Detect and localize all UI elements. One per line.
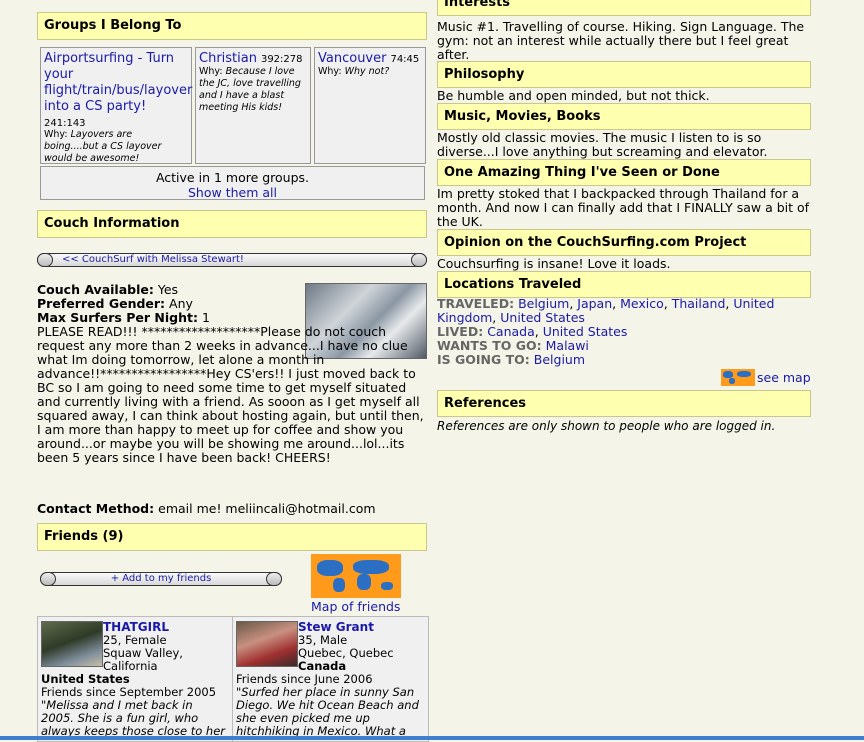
couchsurf-button[interactable]: << CouchSurf with Melissa Stewart! bbox=[37, 253, 427, 267]
country-link[interactable]: Thailand bbox=[672, 296, 726, 311]
group-why: Why: Layovers are boing....but a CS layo… bbox=[44, 129, 162, 164]
traveled-line: TRAVELED: Belgium, Japan, Mexico, Thaila… bbox=[437, 296, 775, 325]
country-link[interactable]: United States bbox=[543, 324, 628, 339]
contact-method: Contact Method: email me! meliincali@hot… bbox=[37, 501, 376, 516]
group-card[interactable]: Vancouver 74:45 Why: Why not? bbox=[314, 47, 426, 164]
opinion-header: Opinion on the CouchSurfing.com Project bbox=[437, 229, 811, 256]
country-link[interactable]: Mexico bbox=[620, 296, 664, 311]
group-name-link[interactable]: Vancouver bbox=[318, 51, 386, 66]
max-surfers: Max Surfers Per Night: 1 bbox=[37, 310, 210, 325]
friend-card[interactable]: THATGIRL 25, Female Squaw Valley, Califo… bbox=[38, 617, 233, 741]
show-all-groups-link[interactable]: Show them all bbox=[44, 185, 421, 200]
world-map-icon[interactable] bbox=[721, 369, 755, 386]
wants-line: WANTS TO GO: Malawi bbox=[437, 338, 589, 353]
couch-description: PLEASE READ!!! *******************Please… bbox=[37, 324, 424, 465]
friend-location: Squaw Valley, California bbox=[103, 646, 183, 673]
more-groups-text: Active in 1 more groups. bbox=[155, 170, 310, 185]
groups-header: Groups I Belong To bbox=[37, 12, 427, 40]
friend-photo[interactable] bbox=[236, 621, 298, 667]
friends-header: Friends (9) bbox=[37, 523, 427, 551]
see-map-row[interactable]: see map bbox=[721, 369, 811, 386]
map-of-friends-link[interactable]: Map of friends bbox=[311, 599, 400, 614]
locations-header: Locations Traveled bbox=[437, 271, 811, 298]
group-count: 241:143 bbox=[44, 118, 86, 129]
interests-text: Music #1. Travelling of course. Hiking. … bbox=[437, 19, 805, 62]
couch-available: Couch Available: Yes bbox=[37, 282, 179, 297]
lived-line: LIVED: Canada, United States bbox=[437, 324, 628, 339]
friend-card[interactable]: Stew Grant 35, Male Quebec, Quebec Canad… bbox=[233, 617, 428, 741]
country-link[interactable]: Belgium bbox=[534, 352, 585, 367]
amazing-header: One Amazing Thing I've Seen or Done bbox=[437, 159, 811, 186]
country-link[interactable]: Japan bbox=[577, 296, 612, 311]
country-link[interactable]: Belgium bbox=[518, 296, 569, 311]
map-land bbox=[737, 371, 751, 377]
map-land bbox=[723, 371, 733, 378]
couch-header: Couch Information bbox=[37, 210, 427, 238]
groups-grid: Airportsurfing - Turn your flight/train/… bbox=[40, 47, 428, 164]
group-name-link[interactable]: Airportsurfing - Turn your flight/train/… bbox=[44, 51, 192, 114]
country-link[interactable]: Canada bbox=[487, 324, 535, 339]
couch-details: Couch Available: Yes Preferred Gender: A… bbox=[37, 283, 427, 325]
group-card[interactable]: Christian 392:278 Why: Because I love th… bbox=[195, 47, 311, 164]
friends-table: THATGIRL 25, Female Squaw Valley, Califo… bbox=[37, 616, 429, 742]
friend-quote: "Surfed her place in sunny San Diego. We… bbox=[236, 685, 419, 738]
going-line: IS GOING TO: Belgium bbox=[437, 352, 586, 367]
references-text: References are only shown to people who … bbox=[437, 419, 776, 433]
map-land bbox=[729, 378, 735, 384]
group-name-link[interactable]: Christian bbox=[199, 51, 257, 66]
locations-list: TRAVELED: Belgium, Japan, Mexico, Thaila… bbox=[437, 297, 811, 367]
group-count: 392:278 bbox=[260, 54, 303, 65]
friend-info: Stew Grant 35, Male Quebec, Quebec Canad… bbox=[298, 621, 425, 673]
friends-map-thumb[interactable] bbox=[311, 554, 401, 598]
add-friend-button[interactable]: + Add to my friends bbox=[40, 572, 282, 586]
philosophy-text: Be humble and open minded, but not thick… bbox=[437, 88, 710, 103]
country-link[interactable]: United States bbox=[500, 310, 585, 325]
more-groups-box: Active in 1 more groups. Show them all bbox=[40, 166, 425, 200]
music-text: Mostly old classic movies. The music I l… bbox=[437, 130, 768, 159]
map-land bbox=[317, 560, 343, 576]
philosophy-header: Philosophy bbox=[437, 61, 811, 88]
amazing-text: Im pretty stoked that I backpacked throu… bbox=[437, 186, 810, 229]
friend-info: THATGIRL 25, Female Squaw Valley, Califo… bbox=[103, 621, 229, 673]
interests-header: Interests bbox=[437, 0, 811, 16]
country-link[interactable]: Malawi bbox=[546, 338, 589, 353]
preferred-gender: Preferred Gender: Any bbox=[37, 296, 193, 311]
group-why: Why: Because I love the JC, love travell… bbox=[199, 66, 301, 113]
friend-quote: "Melissa and I met back in 2005. She is … bbox=[41, 698, 226, 738]
references-header: References bbox=[437, 390, 811, 417]
map-land bbox=[353, 560, 389, 574]
music-header: Music, Movies, Books bbox=[437, 103, 811, 130]
map-land bbox=[357, 574, 371, 590]
group-count: 74:45 bbox=[390, 54, 420, 65]
group-card[interactable]: Airportsurfing - Turn your flight/train/… bbox=[40, 47, 192, 164]
see-map-link[interactable]: see map bbox=[757, 370, 811, 385]
map-land bbox=[333, 578, 345, 592]
window-bottom-bar bbox=[0, 736, 864, 740]
friend-photo[interactable] bbox=[41, 621, 103, 667]
map-land bbox=[381, 582, 393, 590]
opinion-text: Couchsurfing is insane! Love it loads. bbox=[437, 256, 671, 271]
group-why: Why: Why not? bbox=[318, 66, 390, 77]
